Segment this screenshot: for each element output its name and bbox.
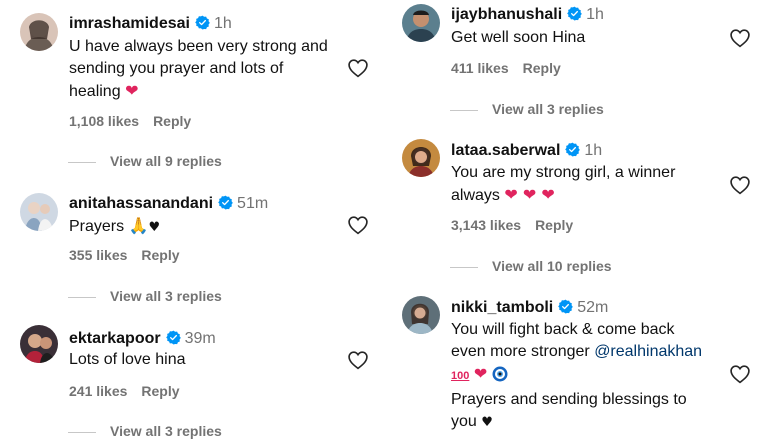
likes-count[interactable]: 241 likes [69, 383, 127, 399]
avatar[interactable] [402, 139, 440, 177]
comments-column-left: imrashamidesai 1h U have always been very… [0, 0, 384, 439]
reply-button[interactable]: Reply [141, 383, 179, 399]
like-heart-icon[interactable] [347, 350, 369, 370]
timestamp[interactable]: 1h [586, 6, 604, 23]
comment-text: U have always been very strong and sendi… [69, 38, 328, 100]
comment-text: You are my strong girl, a winner always … [451, 164, 676, 204]
like-heart-icon[interactable] [729, 364, 751, 384]
comment-imrashamidesai: imrashamidesai 1h U have always been very… [0, 0, 384, 175]
username[interactable]: ektarkapoor [69, 330, 161, 347]
reply-button[interactable]: Reply [523, 60, 561, 76]
red-heart-emoji-icon: ❤ ❤ ❤ [504, 185, 555, 204]
username[interactable]: anitahassanandani [69, 195, 213, 212]
reply-button[interactable]: Reply [153, 113, 191, 129]
view-replies-button[interactable]: View all 10 replies [450, 258, 612, 274]
username[interactable]: ijaybhanushali [451, 6, 562, 23]
comment-text: You will fight back & come back even mor… [451, 321, 703, 430]
avatar[interactable] [402, 4, 440, 42]
folded-hands-emoji-icon: 🙏 [128, 216, 149, 235]
comment-nikki-tamboli: nikki_tamboli 52m You will fight back & c… [384, 286, 768, 432]
avatar[interactable] [20, 325, 58, 363]
view-replies-button[interactable]: View all 9 replies [68, 153, 222, 169]
red-heart-emoji-icon: ❤ [473, 364, 488, 383]
verified-badge-icon [166, 330, 181, 345]
nazar-amulet-emoji-icon [492, 366, 508, 389]
username[interactable]: imrashamidesai [69, 15, 190, 32]
username[interactable]: lataa.saberwal [451, 142, 560, 159]
view-replies-button[interactable]: View all 3 replies [68, 288, 222, 304]
comment-lataa-saberwal: lataa.saberwal 1h You are my strong girl,… [384, 130, 768, 280]
avatar[interactable] [20, 13, 58, 51]
reply-button[interactable]: Reply [535, 217, 573, 233]
likes-count[interactable]: 3,143 likes [451, 217, 521, 233]
like-heart-icon[interactable] [729, 175, 751, 195]
comment-anitahassanandani: anitahassanandani 51m Prayers 🙏♥ 355 like… [0, 180, 384, 310]
red-heart-emoji-icon: ❤ [125, 81, 139, 100]
avatar[interactable] [20, 193, 58, 231]
comment-ijaybhanushali: ijaybhanushali 1h Get well soon Hina 411 … [384, 0, 768, 125]
like-heart-icon[interactable] [347, 58, 369, 78]
avatar[interactable] [402, 296, 440, 334]
like-heart-icon[interactable] [729, 28, 751, 48]
verified-badge-icon [195, 15, 210, 30]
like-heart-icon[interactable] [347, 215, 369, 235]
comment-text: Lots of love hina [69, 351, 186, 368]
black-heart-emoji-icon: ♥ [481, 415, 493, 430]
verified-badge-icon [565, 142, 580, 157]
comment-text: Get well soon Hina [451, 29, 586, 46]
timestamp[interactable]: 52m [577, 299, 608, 316]
verified-badge-icon [218, 195, 233, 210]
mention-link[interactable]: @realhinakhan [594, 343, 702, 360]
verified-badge-icon [567, 6, 582, 21]
likes-count[interactable]: 411 likes [451, 60, 509, 76]
replies-divider [450, 109, 478, 111]
timestamp[interactable]: 39m [185, 330, 216, 347]
replies-divider [68, 296, 96, 298]
comment-text: Prayers 🙏♥ [69, 216, 161, 235]
view-replies-button[interactable]: View all 3 replies [450, 101, 604, 117]
comments-column-right: ijaybhanushali 1h Get well soon Hina 411 … [384, 0, 768, 432]
black-heart-emoji-icon: ♥ [148, 220, 161, 235]
verified-badge-icon [558, 299, 573, 314]
hundred-points-emoji-icon: 100 [451, 370, 470, 382]
view-replies-button[interactable]: View all 3 replies [68, 423, 222, 439]
replies-divider [450, 266, 478, 268]
username[interactable]: nikki_tamboli [451, 299, 553, 316]
timestamp[interactable]: 1h [584, 142, 602, 159]
timestamp[interactable]: 1h [214, 15, 232, 32]
replies-divider [68, 161, 96, 163]
comment-ektarkapoor: ektarkapoor 39m Lots of love hina 241 lik… [0, 315, 384, 439]
likes-count[interactable]: 1,108 likes [69, 113, 139, 129]
reply-button[interactable]: Reply [141, 247, 179, 263]
likes-count[interactable]: 355 likes [69, 247, 127, 263]
timestamp[interactable]: 51m [237, 195, 268, 212]
